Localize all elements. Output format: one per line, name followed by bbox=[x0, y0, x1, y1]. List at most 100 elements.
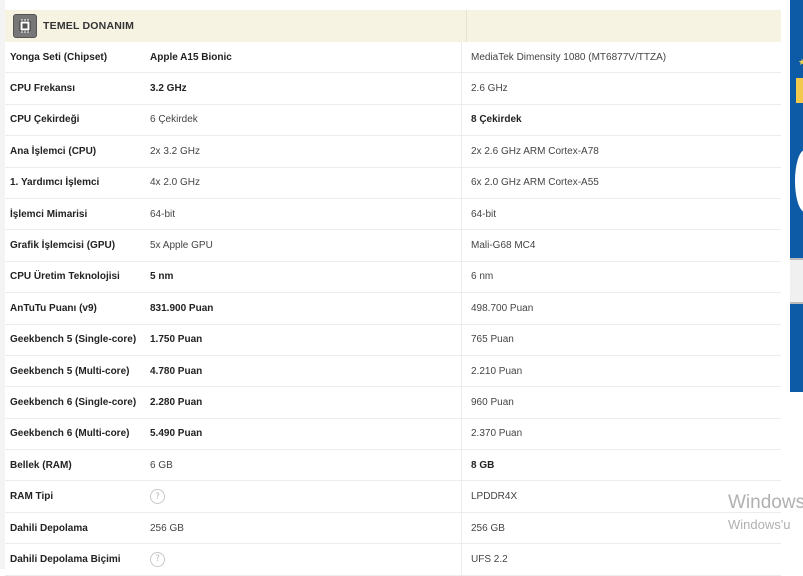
column-divider bbox=[461, 73, 462, 104]
question-circle-icon[interactable]: ? bbox=[150, 551, 165, 567]
spec-table: Yonga Seti (Chipset) Apple A15 Bionic Medi… bbox=[5, 42, 781, 576]
phone-a-value: 256 GB bbox=[150, 522, 184, 534]
spec-label: 1. Yardımcı İşlemci bbox=[10, 177, 100, 189]
phone-b-value: 960 Puan bbox=[471, 396, 514, 408]
column-divider bbox=[461, 355, 462, 387]
table-row: Geekbench 6 (Single-core) 2.280 Puan 960 P… bbox=[5, 387, 781, 419]
spec-label: Dahili Depolama Biçimi bbox=[10, 553, 121, 565]
phone-b-value: UFS 2.2 bbox=[471, 553, 508, 565]
spec-label: RAM Tipi bbox=[10, 491, 54, 503]
column-divider bbox=[461, 450, 462, 481]
side-ad-banner[interactable]: ★ bbox=[790, 0, 803, 392]
table-row: AnTuTu Puanı (v9) 831.900 Puan 498.700 Pua… bbox=[5, 293, 781, 325]
phone-a-value: 6 Çekirdek bbox=[150, 114, 198, 126]
column-divider bbox=[461, 261, 462, 293]
windows-watermark-title: Windows bbox=[728, 492, 803, 513]
phone-b-value: 2.6 GHz bbox=[471, 83, 508, 95]
phone-b-value: 2.370 Puan bbox=[471, 428, 523, 440]
phone-b-value: Mali-G68 MC4 bbox=[471, 240, 536, 252]
phone-a-value: 2x 3.2 GHz bbox=[150, 145, 201, 157]
spec-label: CPU Üretim Teknolojisi bbox=[10, 271, 120, 283]
table-row: Grafik İşlemcisi (GPU) 5x Apple GPU Mali-G… bbox=[5, 230, 781, 262]
star-icon: ★ bbox=[798, 58, 803, 68]
phone-a-value: 3.2 GHz bbox=[150, 83, 187, 95]
phone-b-value: MediaTek Dimensity 1080 (MT6877V/TTZA) bbox=[471, 51, 667, 63]
phone-b-value: 8 Çekirdek bbox=[471, 114, 522, 126]
phone-a-value: 6 GB bbox=[150, 459, 173, 471]
spec-label: Yonga Seti (Chipset) bbox=[10, 51, 108, 63]
phone-a-value: 5x Apple GPU bbox=[150, 240, 213, 252]
table-row: Dahili Depolama Biçimi? UFS 2.2 bbox=[5, 544, 781, 576]
table-row: Geekbench 6 (Multi-core) 5.490 Puan 2.370 … bbox=[5, 418, 781, 451]
phone-b-value: 2x 2.6 GHz ARM Cortex-A78 bbox=[471, 145, 599, 157]
column-divider bbox=[461, 481, 462, 512]
phone-a-value: 1.750 Puan bbox=[150, 334, 203, 346]
table-row: Dahili Depolama 256 GB 256 GB bbox=[5, 512, 781, 545]
phone-a-value: 2.280 Puan bbox=[150, 396, 203, 408]
column-divider bbox=[461, 104, 462, 136]
table-row: Ana İşlemci (CPU) 2x 3.2 GHz 2x 2.6 GHz AR… bbox=[5, 136, 781, 168]
column-divider bbox=[461, 136, 462, 167]
chip-icon bbox=[13, 14, 37, 38]
phone-b-value: 765 Puan bbox=[471, 334, 514, 346]
spec-label: Bellek (RAM) bbox=[10, 459, 72, 471]
phone-b-value: 2.210 Puan bbox=[471, 365, 523, 377]
table-row: CPU Frekansı 3.2 GHz 2.6 GHz bbox=[5, 73, 781, 105]
phone-a-value: Apple A15 Bionic bbox=[150, 51, 232, 63]
table-row: CPU Çekirdeği 6 Çekirdek 8 Çekirdek bbox=[5, 104, 781, 137]
column-divider bbox=[461, 42, 462, 73]
column-divider bbox=[461, 512, 462, 544]
spec-label: Dahili Depolama bbox=[10, 522, 88, 534]
table-row: İşlemci Mimarisi 64-bit 64-bit bbox=[5, 198, 781, 231]
table-row: 1. Yardımcı İşlemci 4x 2.0 GHz 6x 2.0 GHz … bbox=[5, 167, 781, 199]
table-row: Bellek (RAM) 6 GB 8 GB bbox=[5, 450, 781, 482]
column-divider bbox=[461, 324, 462, 355]
column-divider bbox=[461, 230, 462, 261]
column-divider bbox=[461, 198, 462, 230]
phone-a-value-unknown: ? bbox=[150, 489, 165, 505]
spec-label: Geekbench 6 (Multi-core) bbox=[10, 428, 130, 440]
phone-a-value-unknown: ? bbox=[150, 551, 165, 567]
windows-watermark-subtitle: Windows'u bbox=[728, 517, 791, 532]
phone-a-value: 831.900 Puan bbox=[150, 302, 214, 314]
column-divider bbox=[461, 544, 462, 575]
spec-label: Geekbench 5 (Single-core) bbox=[10, 334, 137, 346]
phone-b-value: 256 GB bbox=[471, 522, 505, 534]
ad-yellow-block bbox=[796, 78, 803, 103]
question-circle-icon[interactable]: ? bbox=[150, 489, 165, 505]
ad-white-shape bbox=[795, 150, 803, 212]
column-divider bbox=[461, 293, 462, 324]
phone-b-value: LPDDR4X bbox=[471, 491, 518, 503]
header-column-divider bbox=[466, 10, 467, 42]
spec-label: Grafik İşlemcisi (GPU) bbox=[10, 240, 116, 252]
table-row: Geekbench 5 (Single-core) 1.750 Puan 765 P… bbox=[5, 324, 781, 356]
spec-label: Geekbench 5 (Multi-core) bbox=[10, 365, 130, 377]
column-divider bbox=[461, 167, 462, 198]
spec-label: Geekbench 6 (Single-core) bbox=[10, 396, 137, 408]
table-row: CPU Üretim Teknolojisi 5 nm 6 nm bbox=[5, 261, 781, 294]
table-row: Geekbench 5 (Multi-core) 4.780 Puan 2.210 … bbox=[5, 355, 781, 388]
section-header: TEMEL DONANIM bbox=[5, 10, 781, 42]
phone-b-value: 64-bit bbox=[471, 208, 497, 220]
spec-label: AnTuTu Puanı (v9) bbox=[10, 302, 97, 314]
ad-white-bar bbox=[790, 258, 803, 304]
table-row: RAM Tipi? LPDDR4X bbox=[5, 481, 781, 513]
table-row: Yonga Seti (Chipset) Apple A15 Bionic Medi… bbox=[5, 42, 781, 74]
column-divider bbox=[461, 387, 462, 418]
phone-b-value: 8 GB bbox=[471, 459, 495, 471]
spec-label: Ana İşlemci (CPU) bbox=[10, 145, 97, 157]
spec-label: CPU Frekansı bbox=[10, 83, 76, 95]
phone-b-value: 498.700 Puan bbox=[471, 302, 534, 314]
phone-a-value: 5 nm bbox=[150, 271, 174, 283]
phone-a-value: 64-bit bbox=[150, 208, 176, 220]
phone-b-value: 6 nm bbox=[471, 271, 494, 283]
phone-a-value: 4.780 Puan bbox=[150, 365, 203, 377]
spec-comparison-page: TEMEL DONANIM Yonga Seti (Chipset) Apple … bbox=[0, 0, 803, 576]
column-divider bbox=[461, 418, 462, 450]
phone-b-value: 6x 2.0 GHz ARM Cortex-A55 bbox=[471, 177, 599, 189]
phone-a-value: 4x 2.0 GHz bbox=[150, 177, 201, 189]
phone-a-value: 5.490 Puan bbox=[150, 428, 203, 440]
section-title: TEMEL DONANIM bbox=[43, 20, 135, 32]
spec-label: CPU Çekirdeği bbox=[10, 114, 80, 126]
spec-label: İşlemci Mimarisi bbox=[10, 208, 88, 220]
